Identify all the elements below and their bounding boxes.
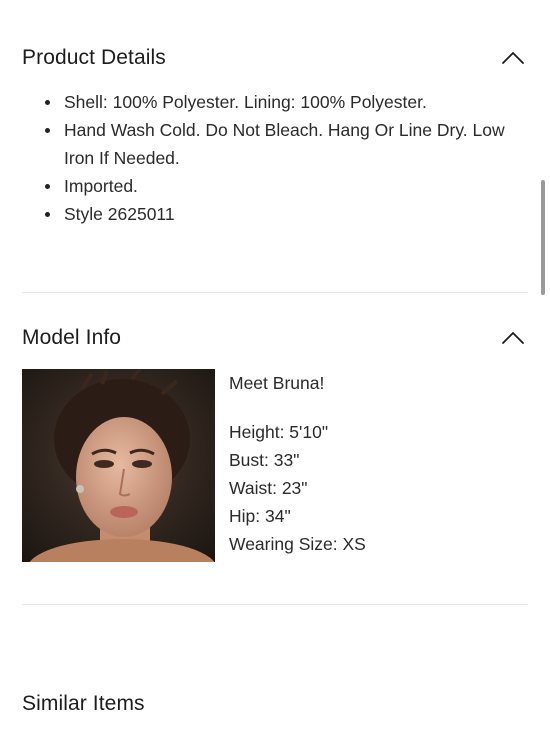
product-details-title: Product Details (22, 46, 166, 69)
list-item: Shell: 100% Polyester. Lining: 100% Poly… (42, 88, 522, 116)
model-stat-bust: Bust: 33" (229, 450, 300, 470)
product-details-list: Shell: 100% Polyester. Lining: 100% Poly… (42, 88, 522, 228)
chevron-up-icon[interactable] (498, 326, 528, 350)
model-info-header[interactable]: Model Info (22, 323, 528, 353)
model-stat-size: Wearing Size: XS (229, 534, 366, 554)
similar-items-title: Similar Items (22, 692, 145, 715)
model-info-text: Meet Bruna! Height: 5'10" Bust: 33" Wais… (229, 369, 529, 558)
scrollbar[interactable] (541, 180, 545, 295)
model-greeting: Meet Bruna! (229, 373, 325, 393)
list-item: Style 2625011 (42, 200, 522, 228)
product-page: Product Details Shell: 100% Polyester. L… (0, 0, 550, 733)
model-photo (22, 369, 215, 562)
model-stat-height: Height: 5'10" (229, 422, 329, 442)
model-info-title: Model Info (22, 326, 122, 349)
list-item: Imported. (42, 172, 522, 200)
chevron-up-icon[interactable] (498, 46, 528, 70)
divider (22, 604, 528, 605)
model-stat-waist: Waist: 23" (229, 478, 308, 498)
product-details-header[interactable]: Product Details (22, 43, 528, 73)
divider (22, 292, 528, 293)
list-item: Hand Wash Cold. Do Not Bleach. Hang Or L… (42, 116, 522, 172)
model-stat-hip: Hip: 34" (229, 506, 291, 526)
similar-items-header: Similar Items (22, 689, 528, 719)
